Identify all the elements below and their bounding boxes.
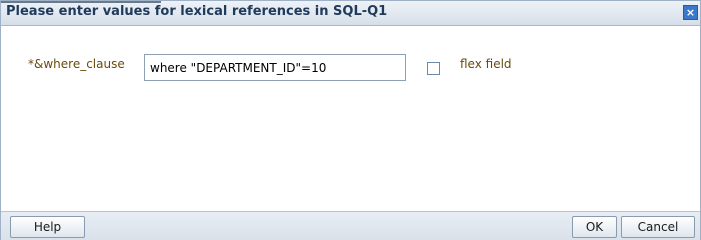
dialog-footer: Help OK Cancel [1,211,700,240]
flex-field-label: flex field [460,57,512,71]
lexical-references-dialog: Please enter values for lexical referenc… [0,0,701,240]
titlebar-top-strip [1,1,161,3]
close-icon[interactable]: × [683,5,698,20]
flex-field-checkbox[interactable] [427,62,440,75]
dialog-titlebar[interactable]: Please enter values for lexical referenc… [1,1,700,26]
where-clause-label: *&where_clause [28,57,125,71]
cancel-button[interactable]: Cancel [621,216,695,238]
dialog-title: Please enter values for lexical referenc… [6,4,388,19]
help-button[interactable]: Help [10,216,85,238]
ok-button[interactable]: OK [572,216,617,238]
dialog-body: *&where_clause where "DEPARTMENT_ID"=10 … [1,26,700,211]
where-clause-input[interactable]: where "DEPARTMENT_ID"=10 [144,54,406,81]
